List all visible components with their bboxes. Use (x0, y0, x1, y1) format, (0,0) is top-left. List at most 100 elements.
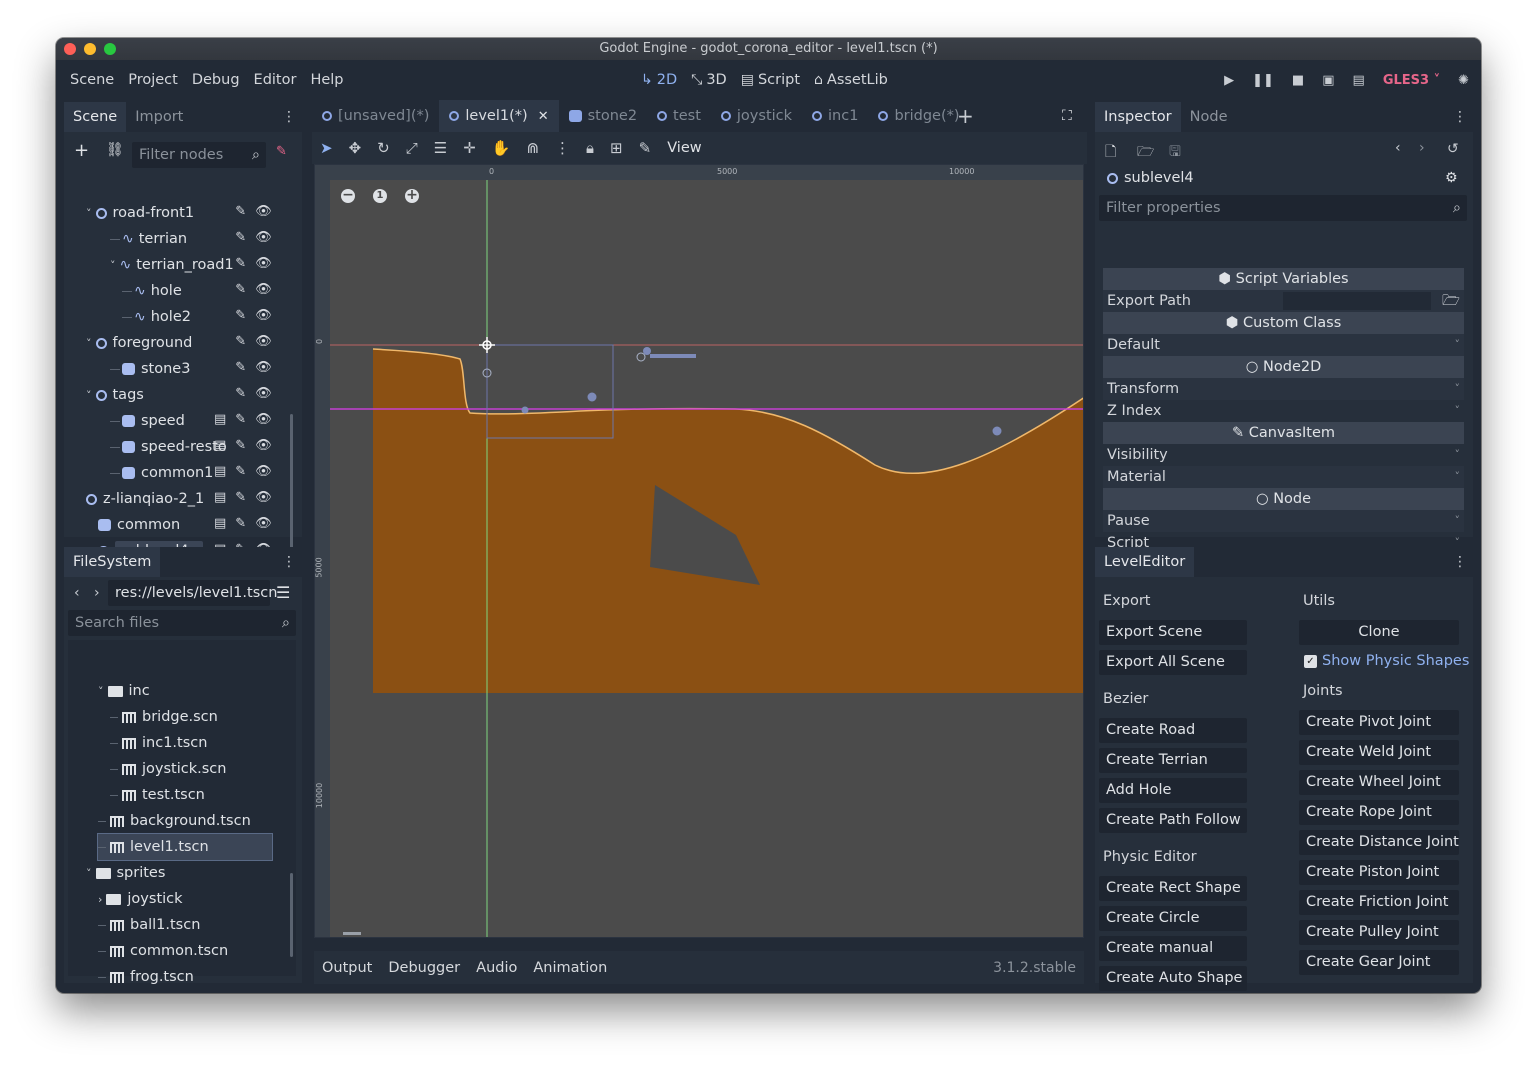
tree-node[interactable]: speed (110, 408, 185, 434)
new-scene-tab-icon[interactable]: + (957, 104, 974, 128)
filesystem-menu-icon[interactable]: ⋮ (282, 554, 296, 570)
inspector-property[interactable]: Pause ˅ (1103, 510, 1464, 532)
file-item[interactable]: background.tscn (98, 808, 251, 834)
tree-node[interactable]: ∿ hole2 (122, 304, 191, 330)
visibility-icon[interactable]: 👁︎ (255, 464, 272, 479)
tree-node[interactable]: stone3 (110, 356, 190, 382)
tree-node[interactable]: ˅ tags (86, 382, 144, 408)
file-tree-scrollbar[interactable] (290, 873, 293, 957)
tree-node[interactable]: ∿ hole (122, 278, 182, 304)
script-icon[interactable]: ✎ (235, 360, 246, 375)
tab-inspector[interactable]: Inspector (1095, 102, 1181, 132)
export-button[interactable]: Export All Scene (1099, 650, 1247, 675)
inspector-section[interactable]: ⬢ Script Variables (1103, 268, 1464, 290)
visibility-icon[interactable]: 👁︎ (255, 308, 272, 323)
snap-icon[interactable]: ⋒ (526, 139, 539, 157)
visibility-icon[interactable]: 👁︎ (255, 282, 272, 297)
file-item[interactable]: joystick.scn (110, 756, 226, 782)
tab-scene[interactable]: Scene (64, 102, 127, 132)
scene-tree-scrollbar[interactable] (290, 414, 293, 556)
distraction-free-icon[interactable]: ⛶ (1062, 108, 1072, 124)
show-physic-shapes-toggle[interactable]: ✓ Show Physic Shapes (1304, 653, 1469, 669)
select-mode-icon[interactable]: ➤ (320, 139, 333, 157)
expand-chevron-icon[interactable]: ˅ (1455, 444, 1461, 466)
expand-chevron-icon[interactable]: ˅ (86, 389, 92, 402)
file-item[interactable]: gear.tscn (98, 990, 197, 993)
tab-node[interactable]: Node (1181, 102, 1237, 132)
file-item[interactable]: bridge.scn (110, 704, 218, 730)
scene-tab[interactable]: stone2 (559, 100, 647, 132)
tab-audio[interactable]: Audio (476, 960, 517, 976)
pivot-mode-icon[interactable]: ✛ (463, 139, 476, 157)
script-icon[interactable]: ✎ (235, 204, 246, 219)
visibility-icon[interactable]: 👁︎ (255, 490, 272, 505)
menu-project[interactable]: Project (121, 72, 185, 88)
joint-button[interactable]: Create Wheel Joint (1299, 770, 1459, 795)
joint-button[interactable]: Create Gear Joint (1299, 950, 1459, 975)
canvas-viewport[interactable]: 0 5000 10000 0 5000 10000 − 1 + (314, 164, 1084, 938)
play-scene-icon[interactable]: ▣ (1322, 73, 1334, 88)
inspector-property[interactable]: Transform ˅ (1103, 378, 1464, 400)
move-mode-icon[interactable]: ✥ (349, 139, 362, 157)
split-view-icon[interactable]: ☰ (276, 583, 290, 602)
tree-node[interactable]: z-lianqiao-2_1 (86, 486, 204, 512)
bezier-button[interactable]: Create Terrian (1099, 748, 1247, 773)
minimize-window-button[interactable] (84, 43, 96, 55)
lock-icon[interactable]: 🔒︎ (586, 139, 594, 157)
inspector-property[interactable]: Visibility ˅ (1103, 444, 1464, 466)
visibility-icon[interactable]: 👁︎ (255, 516, 272, 531)
zoom-in-icon[interactable]: + (405, 188, 419, 203)
expand-chevron-icon[interactable]: ˅ (86, 207, 92, 220)
tab-level-editor[interactable]: LevelEditor (1095, 547, 1195, 577)
scene-tab[interactable]: level1(*) ✕ (439, 100, 559, 132)
expand-chevron-icon[interactable]: ˅ (1455, 510, 1461, 532)
tree-node[interactable]: ˅ road-front1 (86, 200, 194, 226)
menu-editor[interactable]: Editor (247, 72, 304, 88)
visibility-icon[interactable]: 👁︎ (255, 230, 272, 245)
inspector-property[interactable]: Export Path 🗁︎ (1103, 290, 1464, 312)
filter-properties-input[interactable]: Filter properties ⌕ (1099, 195, 1467, 221)
joint-button[interactable]: Create Friction Joint (1299, 890, 1459, 915)
clear-script-icon[interactable]: ✎ (276, 144, 287, 159)
tab-output[interactable]: Output (322, 960, 372, 976)
export-button[interactable]: Export Scene (1099, 620, 1247, 645)
folder-item[interactable]: › joystick (98, 886, 183, 912)
rotate-mode-icon[interactable]: ↻ (377, 139, 390, 157)
forward-icon[interactable]: › (94, 585, 100, 601)
object-properties-icon[interactable]: ⚙ (1445, 170, 1458, 186)
history-forward-icon[interactable]: › (1419, 140, 1425, 156)
expand-chevron-icon[interactable]: ˅ (86, 337, 92, 350)
script-icon[interactable]: ✎ (235, 334, 246, 349)
workspace-script[interactable]: ▤ Script (741, 72, 800, 88)
expand-chevron-icon[interactable]: ˅ (1455, 334, 1461, 356)
renderer-select[interactable]: GLES3 ˅ (1383, 73, 1440, 88)
scene-tab[interactable]: joystick (711, 100, 802, 132)
inspector-section[interactable]: ○ Node2D (1103, 356, 1464, 378)
add-node-icon[interactable]: + (74, 140, 89, 161)
tree-node[interactable]: common1 (110, 460, 213, 486)
physic-button[interactable]: Create manual Shape (1099, 936, 1247, 981)
view-menu[interactable]: View (667, 140, 701, 156)
folder-icon[interactable]: 🗁︎ (1442, 290, 1460, 312)
inspector-section[interactable]: ○ Node (1103, 488, 1464, 510)
zoom-out-icon[interactable]: − (341, 188, 355, 203)
tab-import[interactable]: Import (126, 102, 192, 132)
tree-node[interactable]: speed-resto (110, 434, 227, 460)
script-icon[interactable]: ✎ (235, 282, 246, 297)
object-history-icon[interactable]: ↺ (1447, 141, 1459, 157)
joint-button[interactable]: Create Weld Joint (1299, 740, 1459, 765)
workspace-2d[interactable]: ↳ 2D (641, 72, 677, 88)
pause-icon[interactable]: ❚❚ (1252, 73, 1274, 88)
scene-dock-menu-icon[interactable]: ⋮ (282, 109, 296, 125)
tree-node[interactable]: ˅ foreground (86, 330, 192, 356)
stop-icon[interactable]: ■ (1292, 73, 1304, 88)
expand-chevron-icon[interactable]: ˅ (1455, 378, 1461, 400)
maximize-window-button[interactable] (104, 43, 116, 55)
open-in-editor-icon[interactable]: ▤ (214, 490, 226, 505)
visibility-icon[interactable]: 👁︎ (255, 386, 272, 401)
workspace-3d[interactable]: ⤡ 3D (691, 72, 727, 88)
expand-chevron-icon[interactable]: ˅ (86, 867, 92, 880)
bezier-button[interactable]: Add Hole (1099, 778, 1247, 803)
open-resource-icon[interactable]: 🗁︎ (1137, 141, 1154, 165)
script-icon[interactable]: ✎ (235, 412, 246, 427)
